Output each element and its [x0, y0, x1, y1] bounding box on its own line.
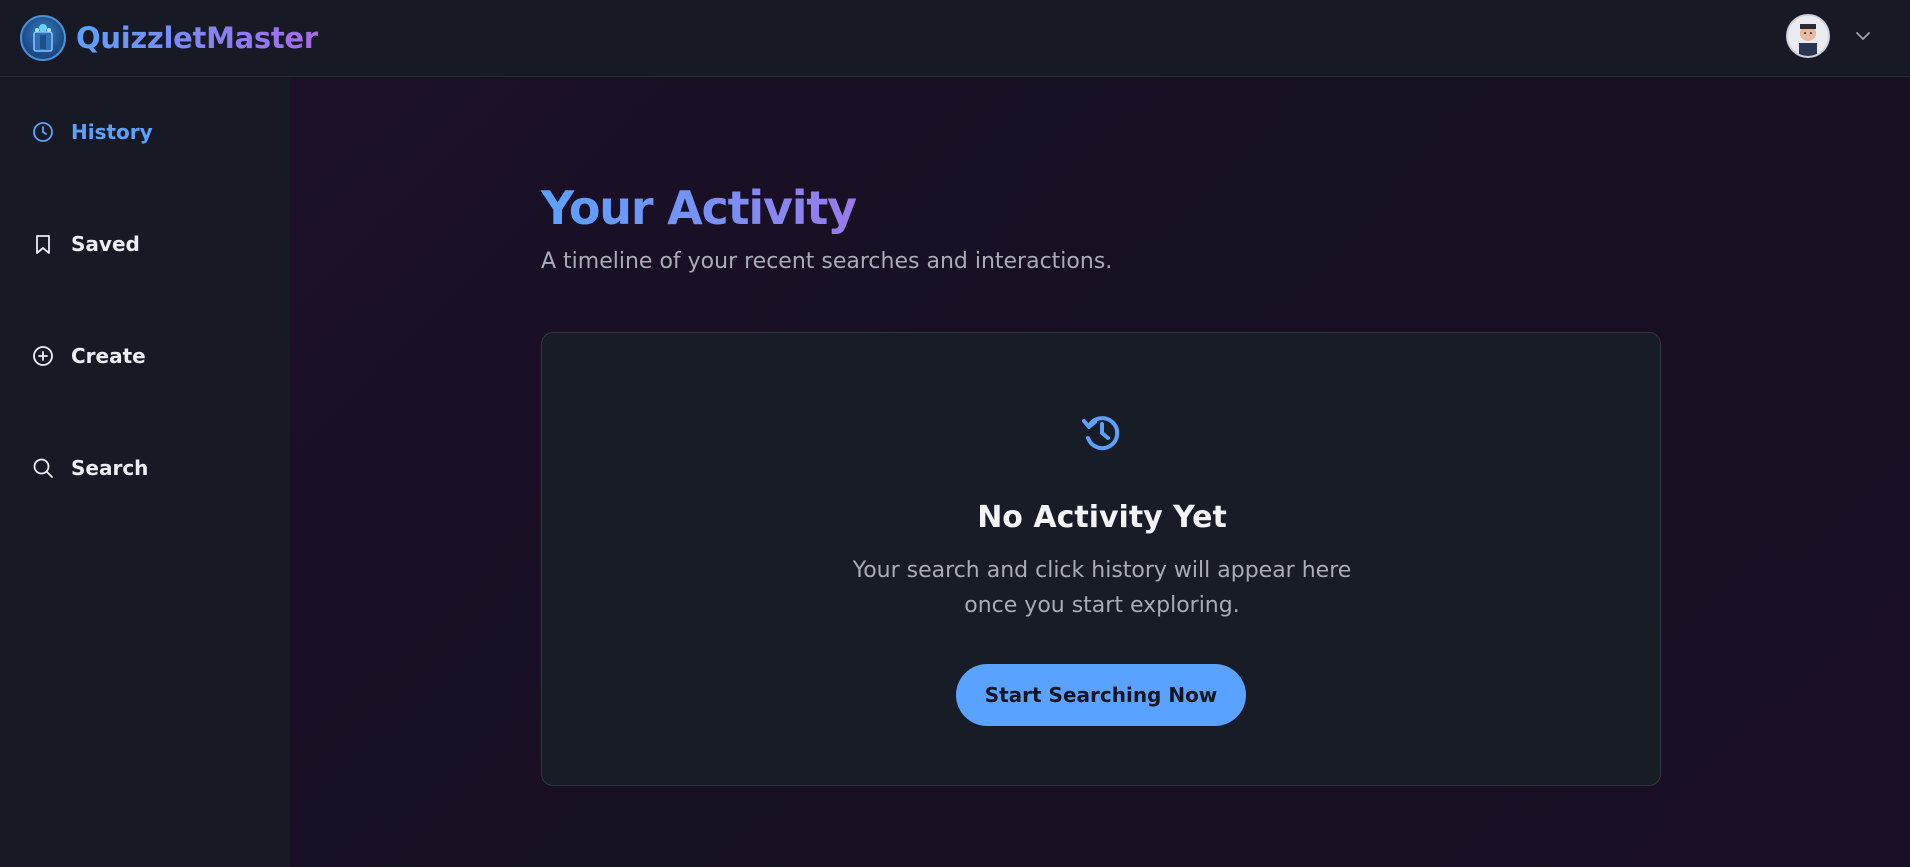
empty-state-card: No Activity Yet Your search and click hi… [541, 332, 1661, 786]
top-bar: QuizzletMaster [0, 0, 1910, 77]
search-icon [33, 458, 53, 478]
sidebar-item-label: Create [71, 344, 146, 368]
sidebar-item-search[interactable]: Search [32, 456, 148, 480]
sidebar-item-label: Search [71, 456, 149, 480]
plus-circle-icon [33, 346, 53, 366]
brand-link[interactable]: QuizzletMaster [20, 15, 318, 61]
sidebar-item-history[interactable]: History [32, 120, 153, 144]
sidebar-item-saved[interactable]: Saved [32, 232, 140, 256]
user-avatar[interactable] [1786, 14, 1830, 58]
clock-icon [33, 122, 53, 142]
start-searching-button[interactable]: Start Searching Now [956, 664, 1246, 726]
page-subtitle: A timeline of your recent searches and i… [541, 249, 1113, 274]
profile-menu[interactable] [1786, 14, 1872, 58]
empty-state-text-line: Your search and click history will appea… [852, 558, 1352, 583]
sidebar-item-label: History [71, 120, 153, 144]
main-content: Your Activity A timeline of your recent … [290, 78, 1910, 867]
quizzlet-logo-icon [20, 15, 66, 61]
brand-name: QuizzletMaster [76, 21, 318, 55]
sidebar-item-create[interactable]: Create [32, 344, 146, 368]
empty-state-title: No Activity Yet [977, 500, 1227, 535]
empty-state-text-line: once you start exploring. [964, 593, 1240, 618]
sidebar-item-label: Saved [71, 232, 140, 256]
chevron-down-icon[interactable] [1854, 27, 1872, 45]
page-title: Your Activity [541, 181, 857, 235]
bookmark-icon [36, 235, 50, 254]
sidebar: History Saved Create Search [0, 78, 290, 867]
empty-state-text: Your search and click history will appea… [542, 553, 1662, 623]
history-icon [1082, 416, 1120, 451]
